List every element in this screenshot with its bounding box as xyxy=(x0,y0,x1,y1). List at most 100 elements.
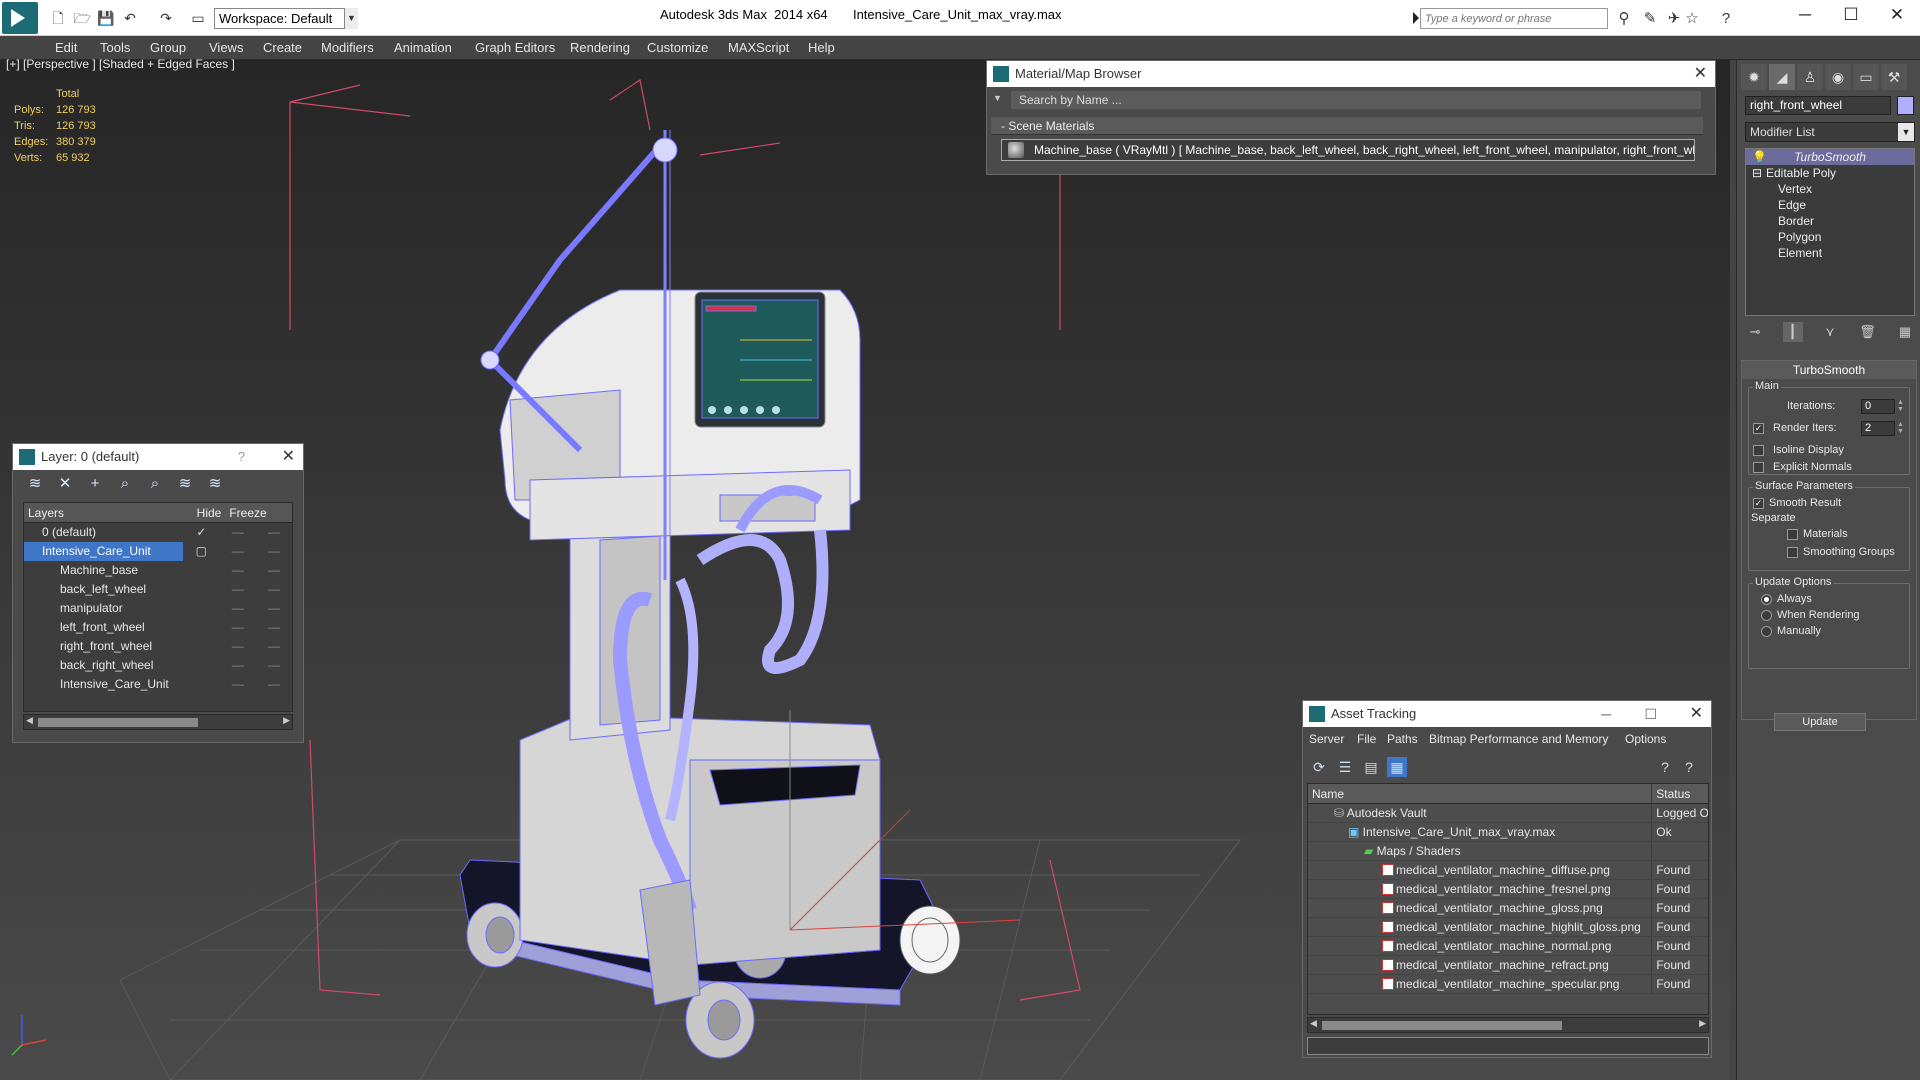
options-arrow-icon[interactable]: ▼ xyxy=(993,93,1002,103)
hide-toggle[interactable]: — xyxy=(219,523,255,542)
chevron-down-icon[interactable]: ▼ xyxy=(1898,123,1914,141)
motion-tab-icon[interactable]: ◉ xyxy=(1825,64,1851,90)
layer-row[interactable]: Machine_base — — xyxy=(24,561,292,580)
menu-create[interactable]: Create xyxy=(263,40,302,55)
update-button[interactable]: Update xyxy=(1774,713,1866,731)
menu-options[interactable]: Options xyxy=(1625,732,1666,746)
show-end-result-icon[interactable]: ┃ xyxy=(1782,322,1803,342)
project-folder-icon[interactable]: ▭ xyxy=(188,8,208,28)
hide-toggle[interactable]: — xyxy=(220,675,256,694)
name-column-header[interactable]: Name xyxy=(1308,784,1653,803)
menu-graph-editors[interactable]: Graph Editors xyxy=(475,40,555,55)
undo-icon[interactable]: ↶ xyxy=(120,8,140,28)
menu-views[interactable]: Views xyxy=(209,40,243,55)
stack-subitem-vertex[interactable]: Vertex xyxy=(1746,181,1914,197)
smoothing-groups-checkbox[interactable] xyxy=(1787,547,1798,558)
freeze-toggle[interactable]: — xyxy=(256,542,292,561)
table-row[interactable]: medical_ventilator_machine_highlit_gloss… xyxy=(1308,918,1708,937)
table-row[interactable]: ▰ Maps / Shaders xyxy=(1308,842,1708,861)
layer-row[interactable]: Intensive_Care_Unit — — xyxy=(24,675,292,694)
stack-item-turbosmooth[interactable]: 💡 TurboSmooth xyxy=(1746,149,1914,165)
modifier-list-dropdown[interactable]: Modifier List ▼ xyxy=(1745,122,1915,142)
menu-maxscript[interactable]: MAXScript xyxy=(728,40,789,55)
menu-help[interactable]: Help xyxy=(808,40,835,55)
active-box-icon[interactable]: ▢ xyxy=(183,542,219,561)
make-unique-icon[interactable]: ⋎ xyxy=(1820,322,1840,342)
create-tab-icon[interactable]: ✹ xyxy=(1741,64,1767,90)
layer-row[interactable]: right_front_wheel — — xyxy=(24,637,292,656)
freeze-toggle[interactable]: — xyxy=(256,580,292,599)
help-icon[interactable]: ? xyxy=(1655,757,1675,777)
maximize-button[interactable]: ☐ xyxy=(1644,701,1657,727)
layer-row[interactable]: back_left_wheel — — xyxy=(24,580,292,599)
freeze-toggle[interactable]: — xyxy=(256,675,292,694)
menu-modifiers[interactable]: Modifiers xyxy=(321,40,374,55)
horizontal-scrollbar[interactable]: ◀ ▶ xyxy=(1307,1017,1709,1033)
scroll-left-icon[interactable]: ◀ xyxy=(1310,1018,1317,1029)
stack-subitem-edge[interactable]: Edge xyxy=(1746,197,1914,213)
lightbulb-icon[interactable]: 💡 xyxy=(1752,149,1767,165)
menu-customize[interactable]: Customize xyxy=(647,40,708,55)
subscription-icon[interactable]: ✈ xyxy=(1664,9,1684,29)
hide-toggle[interactable]: — xyxy=(220,637,256,656)
freeze-toggle[interactable]: — xyxy=(256,618,292,637)
menu-server[interactable]: Server xyxy=(1309,732,1344,746)
close-icon[interactable]: ✕ xyxy=(1690,701,1703,727)
menu-edit[interactable]: Edit xyxy=(55,40,77,55)
stack-subitem-border[interactable]: Border xyxy=(1746,213,1914,229)
spinner-arrows-icon[interactable]: ▲ ▼ xyxy=(1897,399,1905,414)
new-file-icon[interactable]: 🗋 xyxy=(48,8,68,28)
scroll-right-icon[interactable]: ▶ xyxy=(1699,1018,1706,1029)
freeze-column-header[interactable]: Freeze xyxy=(228,503,268,522)
stack-subitem-polygon[interactable]: Polygon xyxy=(1746,229,1914,245)
binoculars-icon[interactable]: ⚲ xyxy=(1614,9,1634,29)
maximize-button[interactable]: ☐ xyxy=(1828,0,1874,30)
asset-path-field[interactable] xyxy=(1307,1037,1709,1055)
isoline-checkbox[interactable] xyxy=(1753,445,1764,456)
communication-center-icon[interactable]: ✎ xyxy=(1640,9,1660,29)
material-item[interactable]: Machine_base ( VRayMtl ) [ Machine_base,… xyxy=(1001,139,1695,161)
hide-layers-icon[interactable]: ≋ xyxy=(175,474,195,494)
object-name-field[interactable]: right_front_wheel xyxy=(1745,96,1891,115)
hide-toggle[interactable]: — xyxy=(220,618,256,637)
display-tab-icon[interactable]: ▭ xyxy=(1853,64,1879,90)
menu-file[interactable]: File xyxy=(1357,732,1376,746)
hide-column-header[interactable]: Hide xyxy=(190,503,228,522)
minimize-button[interactable]: ─ xyxy=(1782,0,1828,30)
table-row[interactable]: medical_ventilator_machine_gloss.png Foun… xyxy=(1308,899,1708,918)
layer-row[interactable]: left_front_wheel — — xyxy=(24,618,292,637)
stack-item-editable-poly[interactable]: ⊟ Editable Poly xyxy=(1746,165,1914,181)
scroll-right-icon[interactable]: ▶ xyxy=(283,715,290,726)
hide-toggle[interactable]: — xyxy=(220,561,256,580)
layer-row[interactable]: manipulator — — xyxy=(24,599,292,618)
asset-tracking-title[interactable]: Asset Tracking ─ ☐ ✕ xyxy=(1303,701,1711,727)
search-expand-icon[interactable] xyxy=(1413,12,1419,24)
workspace-select[interactable]: Workspace: Default xyxy=(214,8,358,29)
menu-group[interactable]: Group xyxy=(150,40,186,55)
stack-subitem-element[interactable]: Element xyxy=(1746,245,1914,261)
help-icon[interactable]: ? xyxy=(1716,9,1736,29)
close-icon[interactable]: ✕ xyxy=(282,444,295,470)
hide-toggle[interactable]: — xyxy=(220,580,256,599)
favorites-star-icon[interactable]: ☆ xyxy=(1682,9,1702,29)
save-icon[interactable]: 💾 xyxy=(96,8,116,28)
scene-materials-section[interactable]: - Scene Materials xyxy=(991,117,1703,135)
menu-tools[interactable]: Tools xyxy=(100,40,130,55)
table-row[interactable]: ⛁ Autodesk VaultLogged Ou xyxy=(1308,804,1708,823)
always-radio[interactable] xyxy=(1761,594,1772,605)
help-icon[interactable]: ? xyxy=(238,444,245,470)
hide-toggle[interactable]: — xyxy=(220,599,256,618)
object-color-swatch[interactable] xyxy=(1897,96,1914,115)
layers-column-header[interactable]: Layers xyxy=(24,503,190,522)
rollout-title[interactable]: TurboSmooth xyxy=(1742,361,1916,379)
material-browser-title[interactable]: Material/Map Browser ✕ xyxy=(987,61,1715,87)
freeze-toggle[interactable]: — xyxy=(256,561,292,580)
modify-tab-icon[interactable]: ◢ xyxy=(1769,64,1795,90)
utilities-tab-icon[interactable]: ⚒ xyxy=(1881,64,1907,90)
minimize-button[interactable]: ─ xyxy=(1601,701,1611,727)
hide-toggle[interactable]: — xyxy=(219,542,255,561)
freeze-toggle[interactable]: — xyxy=(256,637,292,656)
redo-icon[interactable]: ↷ xyxy=(156,8,176,28)
configure-sets-icon[interactable]: ▦ xyxy=(1895,322,1915,342)
horizontal-scrollbar[interactable]: ◀ ▶ xyxy=(23,714,293,730)
